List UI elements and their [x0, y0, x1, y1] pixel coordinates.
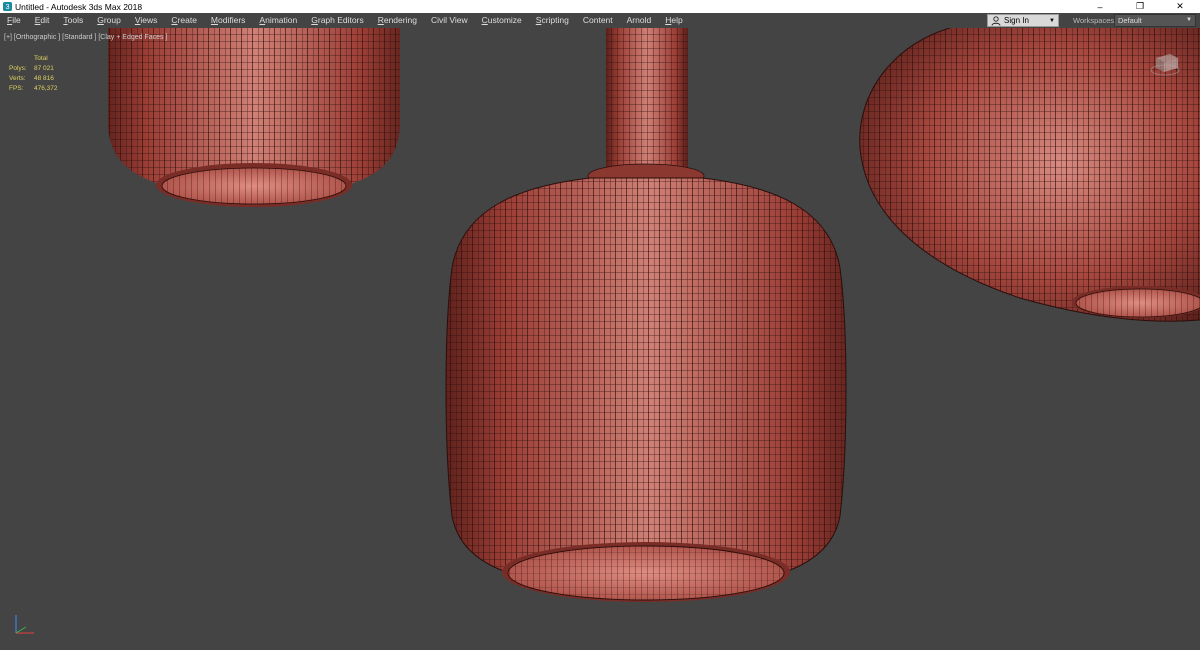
window-controls: – ❐ ✕ — [1080, 0, 1200, 13]
3dsmax-app-icon[interactable]: 3 — [3, 2, 12, 11]
window-title: Untitled - Autodesk 3ds Max 2018 — [15, 1, 143, 12]
workspace-value: Default — [1118, 16, 1142, 25]
sign-in-label: Sign In — [1004, 16, 1029, 25]
menu-civil-view[interactable]: Civil View — [424, 13, 475, 28]
menu-label: Content — [582, 15, 613, 25]
menu-label: endering — [383, 15, 417, 25]
statistics-overlay: Total Polys: 87 021 Verts: 48 816 FPS: 476,… — [9, 54, 58, 94]
menu-content[interactable]: Content — [576, 13, 620, 28]
viewport-label-menu[interactable]: [+] [Orthographic ] [Standard ] [Clay + … — [4, 34, 167, 41]
menu-label: odifiers — [218, 15, 246, 25]
close-button[interactable]: ✕ — [1160, 0, 1200, 13]
menu-modifiers[interactable]: Modifiers — [204, 13, 253, 28]
menu-group[interactable]: Group — [90, 13, 128, 28]
caret-down-icon: ▼ — [1186, 17, 1192, 23]
fps-value: 476,372 — [34, 85, 58, 92]
menu-mnemonic: G — [311, 15, 318, 25]
menu-file[interactable]: File — [0, 13, 28, 28]
workspace-select[interactable]: Default ▼ — [1114, 14, 1196, 27]
menu-label: raph Editors — [317, 15, 364, 25]
restore-button[interactable]: ❐ — [1120, 0, 1160, 13]
menu-label: iews — [140, 15, 158, 25]
minimize-button[interactable]: – — [1080, 0, 1120, 13]
fps-label: FPS: — [9, 85, 24, 92]
user-icon — [991, 15, 1001, 26]
axis-gizmo-icon — [15, 615, 34, 634]
menu-edit[interactable]: Edit — [28, 13, 57, 28]
viewcube-icon[interactable] — [1150, 50, 1180, 76]
menu-mnemonic: M — [210, 15, 219, 25]
menu-label: reate — [177, 15, 197, 25]
menu-mnemonic: G — [97, 15, 104, 25]
lamp-stem[interactable] — [606, 28, 688, 178]
menu-label: Civil View — [430, 15, 468, 25]
title-bar: 3 Untitled - Autodesk 3ds Max 2018 – ❐ ✕ — [0, 0, 1200, 13]
menu-label: ustomize — [487, 15, 522, 25]
svg-text:3: 3 — [6, 2, 10, 11]
menu-tools[interactable]: Tools — [56, 13, 90, 28]
menu-label: cripting — [541, 15, 569, 25]
sign-in-dropdown[interactable]: Sign In ▼ — [987, 14, 1059, 27]
menu-animation[interactable]: Animation — [252, 13, 304, 28]
verts-value: 48 816 — [34, 75, 54, 82]
menu-rendering[interactable]: Rendering — [371, 13, 424, 28]
menu-scripting[interactable]: Scripting — [529, 13, 576, 28]
menu-customize[interactable]: Customize — [475, 13, 529, 28]
menu-help[interactable]: Help — [658, 13, 689, 28]
workspaces-label: Workspaces: — [1073, 16, 1117, 25]
lamp-right[interactable] — [850, 28, 1200, 328]
menu-label: ools — [67, 15, 84, 25]
verts-label: Verts: — [9, 75, 26, 82]
menu-create[interactable]: Create — [164, 13, 204, 28]
perspective-viewport[interactable]: [+] [Orthographic ] [Standard ] [Clay + … — [0, 28, 1200, 650]
menu-arnold[interactable]: Arnold — [620, 13, 659, 28]
viewport-scene[interactable] — [0, 28, 1200, 650]
stats-header: Total — [34, 55, 48, 62]
polys-label: Polys: — [9, 65, 27, 72]
lamp-main[interactable] — [440, 168, 860, 602]
menu-views[interactable]: Views — [128, 13, 165, 28]
menu-label: nimation — [265, 15, 298, 25]
menu-label: ile — [12, 15, 21, 25]
polys-value: 87 021 — [34, 65, 54, 72]
menu-label: Arnold — [626, 15, 652, 25]
menu-label: roup — [103, 15, 121, 25]
menu-graph-editors[interactable]: Graph Editors — [304, 13, 370, 28]
menu-label: elp — [671, 15, 683, 25]
menu-label: dit — [40, 15, 50, 25]
caret-down-icon: ▼ — [1049, 18, 1055, 24]
lamp-top-left[interactable] — [100, 28, 410, 208]
